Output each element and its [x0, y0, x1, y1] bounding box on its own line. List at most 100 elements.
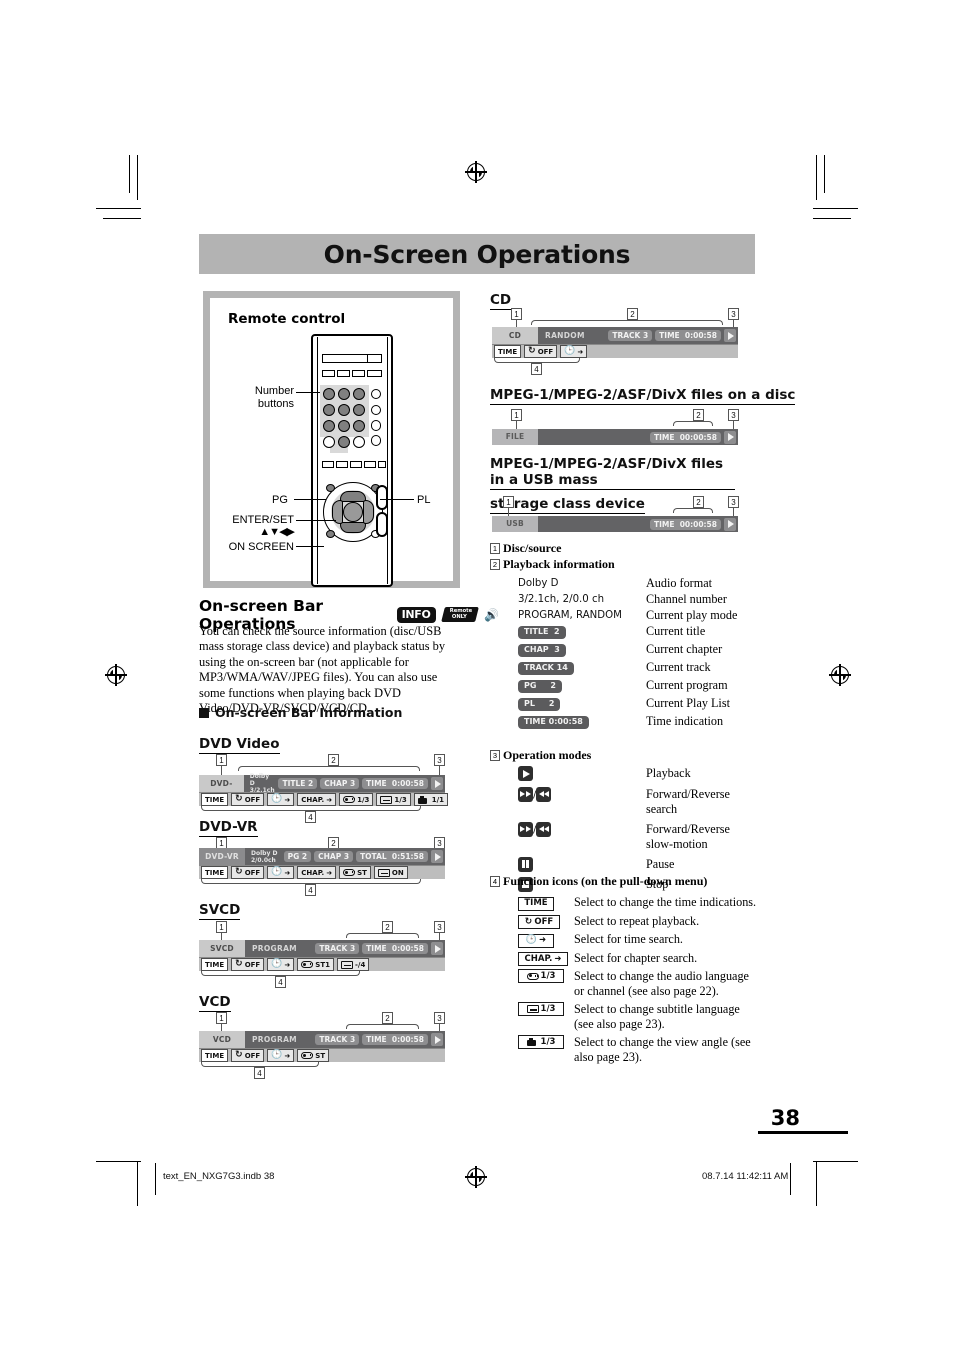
page-number: 38: [770, 1106, 800, 1130]
play-icon: [518, 766, 533, 781]
svcd-repeat-function[interactable]: ↻ OFF: [231, 958, 265, 971]
svcd-time-search-function[interactable]: 🕒 ➜: [267, 958, 295, 971]
number-button-8: [338, 420, 350, 432]
chapter-search-icon: CHAP. ➜: [518, 952, 568, 966]
svcd-source-label: SVCD: [199, 940, 245, 957]
track-pill: TRACK 14: [518, 661, 574, 675]
number-button-7: [323, 420, 335, 432]
pl-label: PL: [417, 494, 431, 506]
svcd-bar-row-functions: TIME ↻ OFF 🕒 ➜ ST1 -/4: [199, 957, 445, 971]
bullet-square-icon: [199, 707, 209, 718]
callout-3-cd: 3: [728, 308, 739, 320]
remote-source-button-1: [322, 370, 335, 377]
vcd-repeat-function[interactable]: ↻ OFF: [231, 1049, 265, 1062]
dvd-video-view-angle-function[interactable]: 1/1: [413, 793, 449, 806]
dvd-video-source-label: DVD-VIDEO: [199, 775, 244, 805]
legend-row: TRACK 14 Current track: [518, 660, 753, 675]
svcd-audio-function[interactable]: ST1: [297, 958, 334, 971]
legend-item-desc: Select for time search.: [574, 932, 683, 946]
legend-item-desc: Audio format: [646, 576, 713, 590]
legend-item-desc: Current track: [646, 660, 711, 674]
dvd-vr-heading: DVD-VR: [199, 819, 258, 837]
legend-row: 3/2.1ch, 2/0.0 ch Channel number: [518, 592, 753, 607]
dvd-vr-chapter-search-function[interactable]: CHAP. ➜: [297, 866, 337, 879]
number-buttons-leader: [296, 392, 320, 394]
dvd-video-audio-format: Dolby D 3/2.1ch: [249, 773, 275, 794]
dvd-video-audio-language-function[interactable]: 1/3: [339, 793, 374, 806]
footer-divider-left: [155, 1163, 156, 1195]
callout-1-cd: 1: [511, 308, 522, 320]
svcd-subtitle-function[interactable]: -/4: [336, 958, 370, 971]
remote-function-button-4: [364, 461, 376, 468]
cd-bar-row-top: CD RANDOM TRACK 3 TIME 0:00:58: [492, 327, 738, 344]
legend-row: ↻ OFF Select to repeat playback.: [518, 914, 758, 929]
dvd-video-chapter-search-function[interactable]: CHAP. ➜: [297, 793, 337, 806]
legend-row: CHAP. ➜ Select for chapter search.: [518, 951, 758, 966]
callout-3-file-disc: 3: [728, 409, 739, 421]
vcd-audio-function[interactable]: ST: [297, 1049, 330, 1062]
legend-item-desc: Current chapter: [646, 642, 723, 656]
repeat-icon: ↻ OFF: [518, 915, 560, 929]
view-angle-icon: 1/3: [518, 1035, 564, 1049]
callout-1-dvd-video: 1: [216, 754, 227, 766]
file-disc-heading: MPEG-1/MPEG-2/ASF/DivX files on a disc: [490, 387, 796, 405]
callout-2-dvd-video: 2: [328, 754, 339, 766]
dvd-video-time-function[interactable]: TIME: [201, 793, 229, 806]
time-pill: TIME 0:00:58: [518, 715, 589, 729]
callout-3-vcd: 3: [434, 1012, 445, 1024]
dvd-vr-repeat-function[interactable]: ↻ OFF: [231, 866, 265, 879]
registration-mark-right: [829, 664, 851, 686]
callout-1-vcd: 1: [216, 1012, 227, 1024]
remote-function-button-2: [336, 461, 348, 468]
pause-icon: [518, 856, 533, 872]
cd-time-search-function[interactable]: 🕒 ➜: [560, 345, 588, 358]
dvd-video-subtitle-function[interactable]: 1/3: [376, 793, 411, 806]
remote-body-inner-right: [387, 337, 388, 584]
callout-3-dvd-video: 3: [434, 754, 445, 766]
cd-heading: CD: [490, 292, 512, 310]
cd-repeat-function[interactable]: ↻ OFF: [524, 345, 558, 358]
vcd-heading: VCD: [199, 994, 231, 1012]
vcd-time-search-function[interactable]: 🕒 ➜: [267, 1049, 295, 1062]
dvd-video-time-search-function[interactable]: 🕒 ➜: [267, 793, 295, 806]
callout-4-svcd: 4: [275, 976, 286, 988]
cd-time-function[interactable]: TIME: [494, 345, 522, 358]
remote-control-title: Remote control: [228, 311, 346, 327]
dvd-vr-time-search-function[interactable]: 🕒 ➜: [267, 866, 295, 879]
legend-row: Playback: [518, 766, 753, 782]
remote-function-button-5: [378, 461, 386, 468]
dvd-vr-subtitle-function[interactable]: ON: [373, 866, 408, 879]
crop-mark-tl-h: [96, 208, 141, 209]
vcd-bar-row-top: VCD PROGRAM TRACK 3 TIME 0:00:58: [199, 1031, 445, 1048]
cd-play-mode: RANDOM: [545, 331, 585, 340]
remote-function-button-1: [322, 461, 334, 468]
dvd-vr-audio-function[interactable]: ST: [339, 866, 371, 879]
legend-row: PG 2 Current program: [518, 678, 753, 693]
remote-side-button-1: [371, 389, 381, 399]
vcd-time-pill: TIME 0:00:58: [362, 1034, 428, 1045]
vcd-time-function[interactable]: TIME: [201, 1049, 229, 1062]
legend-row: TITLE 2 Current title: [518, 624, 753, 639]
cursor-up-button: [340, 491, 366, 502]
legend-item-desc: Forward/Reverse search: [646, 786, 730, 816]
legend-item-desc: Current Play List: [646, 696, 730, 710]
dvd-video-repeat-function[interactable]: ↻ OFF: [231, 793, 265, 806]
vcd-track-pill: TRACK 3: [315, 1034, 360, 1045]
dvd-video-bar-row-top: DVD-VIDEO Dolby D 3/2.1ch TITLE 2 CHAP 3…: [199, 773, 445, 805]
crop-mark-tl-v2: [129, 155, 130, 193]
file-disc-bar-row-top: FILE TIME 00:00:58: [492, 429, 738, 445]
crop-mark-bl-h: [96, 1161, 141, 1162]
time-search-icon: 🕒 ➜: [518, 933, 554, 948]
callout-4-dvd-video: 4: [305, 811, 316, 823]
callout-2-file-disc: 2: [693, 409, 704, 421]
page-title-banner: On-Screen Operations: [199, 234, 755, 274]
svcd-time-function[interactable]: TIME: [201, 958, 229, 971]
legend-playback-info-heading: 2 Playback information: [490, 557, 615, 572]
number-button-4: [323, 404, 335, 416]
dvd-vr-time-function[interactable]: TIME: [201, 866, 229, 879]
callout-4-dvd-vr: 4: [305, 884, 316, 896]
crop-mark-tl-h2: [103, 218, 141, 219]
legend-row: Pause: [518, 856, 753, 873]
legend-row: TIME 0:00:58 Time indication: [518, 714, 753, 729]
legend-item-desc: Current program: [646, 678, 728, 692]
